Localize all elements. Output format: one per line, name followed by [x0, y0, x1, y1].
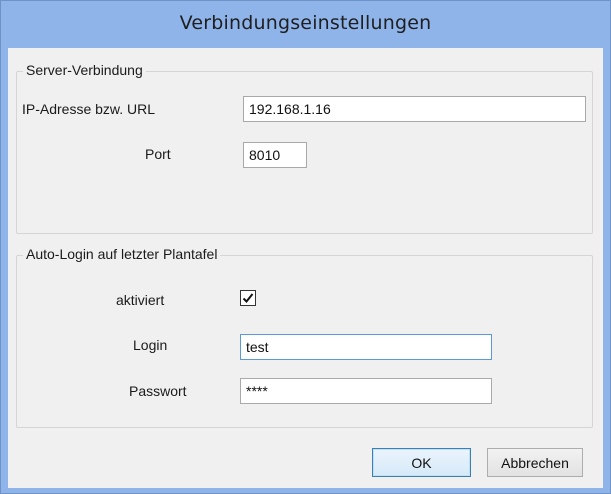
- dialog-content: Server-Verbindung IP-Adresse bzw. URL 19…: [8, 48, 603, 488]
- login-input[interactable]: test: [240, 334, 492, 360]
- enabled-label: aktiviert: [116, 292, 165, 308]
- login-label: Login: [133, 337, 168, 353]
- password-input[interactable]: ****: [240, 378, 492, 404]
- dialog-window: Verbindungseinstellungen Server-Verbindu…: [0, 0, 611, 494]
- title-bar[interactable]: Verbindungseinstellungen: [1, 1, 610, 45]
- enabled-checkbox[interactable]: [240, 290, 256, 306]
- password-label: Passwort: [129, 383, 187, 399]
- window-title: Verbindungseinstellungen: [179, 12, 432, 34]
- checkmark-icon: [242, 293, 254, 303]
- auto-login-legend: Auto-Login auf letzter Plantafel: [23, 246, 221, 262]
- auto-login-group: Auto-Login auf letzter Plantafel aktivie…: [16, 246, 593, 428]
- ok-button[interactable]: OK: [372, 448, 471, 477]
- server-connection-legend: Server-Verbindung: [23, 62, 146, 78]
- port-label: Port: [145, 146, 171, 162]
- server-connection-group: Server-Verbindung IP-Adresse bzw. URL 19…: [16, 62, 593, 234]
- cancel-button[interactable]: Abbrechen: [487, 448, 583, 477]
- port-input[interactable]: 8010: [243, 142, 307, 168]
- ip-address-input[interactable]: 192.168.1.16: [243, 96, 586, 122]
- ip-address-label: IP-Adresse bzw. URL: [22, 101, 156, 117]
